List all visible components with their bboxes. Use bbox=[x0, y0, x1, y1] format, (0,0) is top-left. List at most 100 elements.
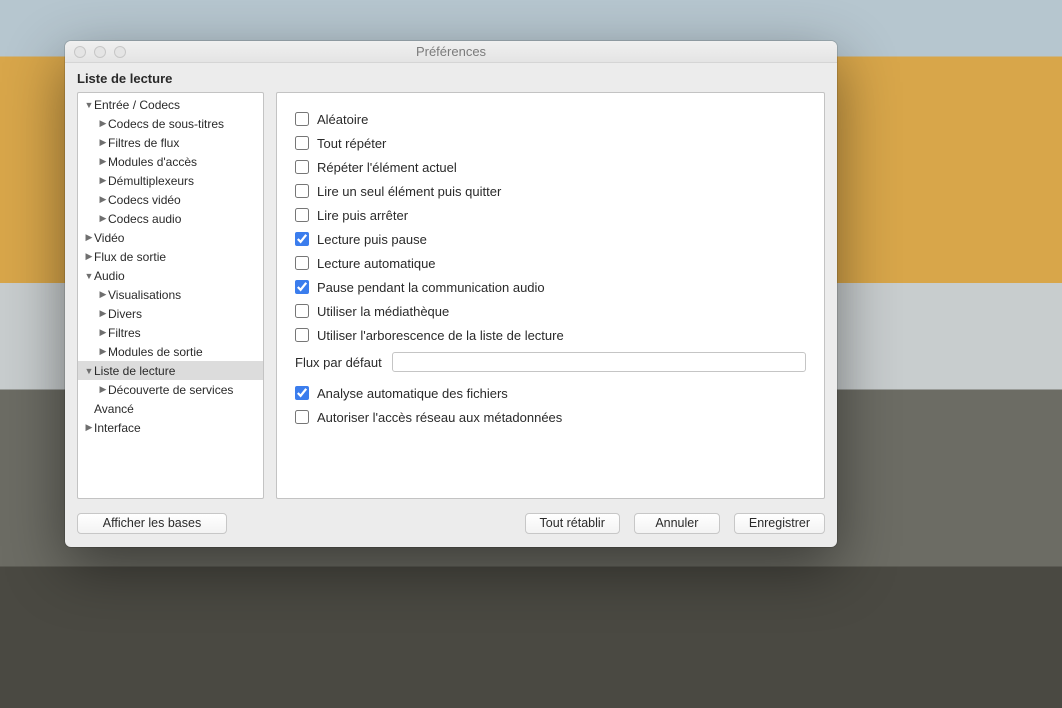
option-row: Lire un seul élément puis quitter bbox=[295, 179, 806, 203]
option-checkbox[interactable] bbox=[295, 208, 309, 222]
chevron-down-icon[interactable]: ▼ bbox=[84, 271, 94, 281]
option-label: Lecture automatique bbox=[317, 256, 436, 271]
tree-item[interactable]: ▶Codecs vidéo bbox=[78, 190, 263, 209]
tree-item[interactable]: ▶Interface bbox=[78, 418, 263, 437]
tree-item[interactable]: ▶Filtres de flux bbox=[78, 133, 263, 152]
settings-panel: Aléatoire Tout répéter Répéter l'élément a… bbox=[276, 92, 825, 499]
chevron-right-icon[interactable]: ▶ bbox=[98, 384, 108, 395]
tree-item-label: Entrée / Codecs bbox=[94, 98, 180, 112]
window-title: Préférences bbox=[65, 44, 837, 59]
tree-item-label: Démultiplexeurs bbox=[108, 174, 194, 188]
chevron-right-icon[interactable]: ▶ bbox=[98, 194, 108, 205]
reset-all-button[interactable]: Tout rétablir bbox=[525, 513, 620, 534]
chevron-right-icon[interactable]: ▶ bbox=[84, 422, 94, 433]
option-label: Répéter l'élément actuel bbox=[317, 160, 457, 175]
window-titlebar[interactable]: Préférences bbox=[65, 41, 837, 63]
tree-item[interactable]: ▼Entrée / Codecs bbox=[78, 95, 263, 114]
category-tree[interactable]: ▼Entrée / Codecs▶Codecs de sous-titres▶F… bbox=[77, 92, 264, 499]
save-button[interactable]: Enregistrer bbox=[734, 513, 825, 534]
metadata-options-group: Analyse automatique des fichiers Autorise… bbox=[295, 381, 806, 429]
tree-item-label: Flux de sortie bbox=[94, 250, 166, 264]
tree-item[interactable]: ▶Visualisations bbox=[78, 285, 263, 304]
window-controls bbox=[65, 46, 126, 58]
tree-item-label: Codecs de sous-titres bbox=[108, 117, 224, 131]
option-label: Utiliser l'arborescence de la liste de l… bbox=[317, 328, 564, 343]
default-stream-input[interactable] bbox=[392, 352, 806, 372]
option-checkbox[interactable] bbox=[295, 410, 309, 424]
option-label: Tout répéter bbox=[317, 136, 386, 151]
tree-item-label: Liste de lecture bbox=[94, 364, 175, 378]
window-body: ▼Entrée / Codecs▶Codecs de sous-titres▶F… bbox=[65, 92, 837, 499]
tree-item[interactable]: Avancé bbox=[78, 399, 263, 418]
option-checkbox[interactable] bbox=[295, 328, 309, 342]
option-row: Utiliser la médiathèque bbox=[295, 299, 806, 323]
preferences-window: Préférences Liste de lecture ▼Entrée / C… bbox=[65, 41, 837, 547]
tree-item[interactable]: ▶Découverte de services bbox=[78, 380, 263, 399]
option-checkbox[interactable] bbox=[295, 256, 309, 270]
tree-item[interactable]: ▼Audio bbox=[78, 266, 263, 285]
desktop-background: Préférences Liste de lecture ▼Entrée / C… bbox=[0, 0, 1062, 708]
minimize-icon[interactable] bbox=[94, 46, 106, 58]
option-row: Lecture puis pause bbox=[295, 227, 806, 251]
tree-item[interactable]: ▶Modules d'accès bbox=[78, 152, 263, 171]
option-label: Aléatoire bbox=[317, 112, 368, 127]
option-label: Analyse automatique des fichiers bbox=[317, 386, 508, 401]
option-checkbox[interactable] bbox=[295, 386, 309, 400]
tree-item-label: Audio bbox=[94, 269, 125, 283]
option-row: Lire puis arrêter bbox=[295, 203, 806, 227]
tree-item-label: Découverte de services bbox=[108, 383, 233, 397]
tree-item-label: Vidéo bbox=[94, 231, 124, 245]
chevron-down-icon[interactable]: ▼ bbox=[84, 366, 94, 376]
option-row: Aléatoire bbox=[295, 107, 806, 131]
chevron-right-icon[interactable]: ▶ bbox=[98, 156, 108, 167]
option-checkbox[interactable] bbox=[295, 232, 309, 246]
option-label: Lire un seul élément puis quitter bbox=[317, 184, 501, 199]
tree-item-label: Codecs vidéo bbox=[108, 193, 181, 207]
zoom-icon[interactable] bbox=[114, 46, 126, 58]
option-checkbox[interactable] bbox=[295, 304, 309, 318]
chevron-right-icon[interactable]: ▶ bbox=[84, 232, 94, 243]
cancel-button[interactable]: Annuler bbox=[634, 513, 720, 534]
close-icon[interactable] bbox=[74, 46, 86, 58]
default-stream-label: Flux par défaut bbox=[295, 355, 382, 370]
tree-item-label: Filtres de flux bbox=[108, 136, 179, 150]
window-footer: Afficher les bases Tout rétablir Annuler… bbox=[65, 499, 837, 547]
chevron-right-icon[interactable]: ▶ bbox=[98, 118, 108, 129]
tree-item[interactable]: ▶Codecs de sous-titres bbox=[78, 114, 263, 133]
default-stream-row: Flux par défaut bbox=[295, 349, 806, 375]
playlist-options-group: Aléatoire Tout répéter Répéter l'élément a… bbox=[295, 107, 806, 347]
option-label: Autoriser l'accès réseau aux métadonnées bbox=[317, 410, 562, 425]
chevron-right-icon[interactable]: ▶ bbox=[98, 175, 108, 186]
chevron-right-icon[interactable]: ▶ bbox=[98, 213, 108, 224]
option-checkbox[interactable] bbox=[295, 160, 309, 174]
tree-item-label: Interface bbox=[94, 421, 141, 435]
tree-item[interactable]: ▶Codecs audio bbox=[78, 209, 263, 228]
tree-item[interactable]: ▶Modules de sortie bbox=[78, 342, 263, 361]
option-row: Répéter l'élément actuel bbox=[295, 155, 806, 179]
tree-item-label: Divers bbox=[108, 307, 142, 321]
option-checkbox[interactable] bbox=[295, 112, 309, 126]
chevron-right-icon[interactable]: ▶ bbox=[84, 251, 94, 262]
tree-item[interactable]: ▶Démultiplexeurs bbox=[78, 171, 263, 190]
option-row: Lecture automatique bbox=[295, 251, 806, 275]
chevron-right-icon[interactable]: ▶ bbox=[98, 346, 108, 357]
option-checkbox[interactable] bbox=[295, 136, 309, 150]
tree-item[interactable]: ▶Divers bbox=[78, 304, 263, 323]
chevron-right-icon[interactable]: ▶ bbox=[98, 327, 108, 338]
option-label: Utiliser la médiathèque bbox=[317, 304, 449, 319]
tree-item[interactable]: ▶Filtres bbox=[78, 323, 263, 342]
tree-item[interactable]: ▶Vidéo bbox=[78, 228, 263, 247]
tree-item[interactable]: ▼Liste de lecture bbox=[78, 361, 263, 380]
option-row: Autoriser l'accès réseau aux métadonnées bbox=[295, 405, 806, 429]
option-checkbox[interactable] bbox=[295, 184, 309, 198]
chevron-right-icon[interactable]: ▶ bbox=[98, 289, 108, 300]
option-row: Utiliser l'arborescence de la liste de l… bbox=[295, 323, 806, 347]
option-checkbox[interactable] bbox=[295, 280, 309, 294]
tree-item-label: Modules de sortie bbox=[108, 345, 203, 359]
tree-item[interactable]: ▶Flux de sortie bbox=[78, 247, 263, 266]
option-row: Analyse automatique des fichiers bbox=[295, 381, 806, 405]
chevron-right-icon[interactable]: ▶ bbox=[98, 308, 108, 319]
chevron-right-icon[interactable]: ▶ bbox=[98, 137, 108, 148]
show-basic-button[interactable]: Afficher les bases bbox=[77, 513, 227, 534]
chevron-down-icon[interactable]: ▼ bbox=[84, 100, 94, 110]
